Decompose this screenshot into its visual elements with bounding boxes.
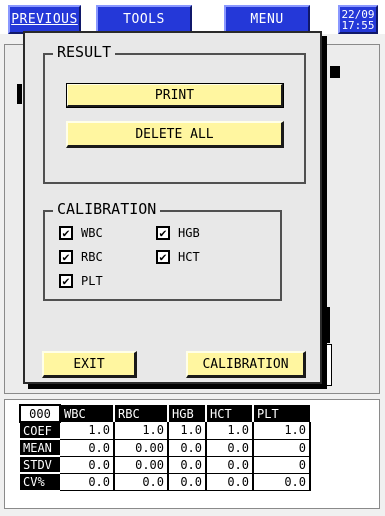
table-row: MEAN 0.0 0.00 0.0 0.0 0 xyxy=(20,438,311,457)
previous-button[interactable]: PREVIOUS xyxy=(8,5,81,34)
row-label: MEAN xyxy=(20,438,60,456)
column-header: PLT xyxy=(252,405,310,422)
check-icon: ✔ xyxy=(156,226,170,240)
analyzer-screen: PREVIOUS TOOLS MENU 22/09 17:55 RESULT P… xyxy=(0,0,385,516)
table-cell: 0.0 xyxy=(206,456,254,474)
table-cell: 0.0 xyxy=(206,473,254,491)
table-cell: 0 xyxy=(253,439,311,457)
column-header: HCT xyxy=(205,405,253,422)
statistics-panel: 000 WBC RBC HGB HCT PLT COEF 1.0 1.0 1.0… xyxy=(4,399,380,509)
table-cell: 1.0 xyxy=(206,422,254,440)
check-icon: ✔ xyxy=(59,226,73,240)
result-group-title: RESULT xyxy=(53,43,116,61)
table-cell: 0.0 xyxy=(60,456,115,474)
checkbox-label: PLT xyxy=(81,274,103,288)
column-header: RBC xyxy=(113,405,168,422)
rbc-checkbox[interactable]: ✔ RBC xyxy=(59,250,103,264)
checkbox-label: RBC xyxy=(81,250,103,264)
calibration-group-title: CALIBRATION xyxy=(53,200,161,218)
table-cell: 0.00 xyxy=(114,456,169,474)
calibration-button[interactable]: CALIBRATION xyxy=(186,351,306,378)
table-row: COEF 1.0 1.0 1.0 1.0 1.0 xyxy=(20,421,311,440)
checkbox-label: HCT xyxy=(178,250,200,264)
date-time-display: 22/09 17:55 xyxy=(338,5,378,34)
table-cell: 0.0 xyxy=(60,473,115,491)
row-label: STDV xyxy=(20,455,60,473)
table-cell: 1.0 xyxy=(114,422,169,440)
table-cell: 0.0 xyxy=(168,473,207,491)
tools-button[interactable]: TOOLS xyxy=(96,5,192,34)
checkbox-label: WBC xyxy=(81,226,103,240)
sample-count: 000 xyxy=(19,404,61,423)
hct-checkbox[interactable]: ✔ HCT xyxy=(156,250,200,264)
table-cell: 0.0 xyxy=(206,439,254,457)
table-cell: 1.0 xyxy=(168,422,207,440)
background-marker xyxy=(17,84,22,104)
background-marker xyxy=(322,307,330,343)
table-cell: 0.0 xyxy=(60,439,115,457)
table-cell: 0.0 xyxy=(168,439,207,457)
row-label: CV% xyxy=(20,472,60,490)
checkbox-label: HGB xyxy=(178,226,200,240)
plt-checkbox[interactable]: ✔ PLT xyxy=(59,274,103,288)
check-icon: ✔ xyxy=(59,250,73,264)
background-frame xyxy=(322,344,332,386)
top-bar: PREVIOUS TOOLS MENU 22/09 17:55 xyxy=(0,0,385,34)
statistics-table: 000 WBC RBC HGB HCT PLT COEF 1.0 1.0 1.0… xyxy=(19,404,311,491)
table-cell: 1.0 xyxy=(60,422,115,440)
table-cell: 0.0 xyxy=(114,473,169,491)
menu-button[interactable]: MENU xyxy=(224,5,310,34)
table-cell: 0.00 xyxy=(114,439,169,457)
hgb-checkbox[interactable]: ✔ HGB xyxy=(156,226,200,240)
table-cell: 1.0 xyxy=(253,422,311,440)
table-row: STDV 0.0 0.00 0.0 0.0 0 xyxy=(20,455,311,474)
table-cell: 0.0 xyxy=(168,456,207,474)
tools-dialog: RESULT PRINT DELETE ALL CALIBRATION ✔ WB… xyxy=(23,31,322,384)
table-cell: 0.0 xyxy=(253,473,311,491)
table-row: CV% 0.0 0.0 0.0 0.0 0.0 xyxy=(20,472,311,491)
table-header-row: 000 WBC RBC HGB HCT PLT xyxy=(19,404,310,423)
print-button[interactable]: PRINT xyxy=(66,83,284,108)
table-cell: 0 xyxy=(253,456,311,474)
check-icon: ✔ xyxy=(156,250,170,264)
row-label: COEF xyxy=(20,421,60,439)
date-text: 22/09 xyxy=(341,7,375,21)
exit-button[interactable]: EXIT xyxy=(42,351,137,378)
calibration-group: CALIBRATION ✔ WBC ✔ HGB ✔ RBC ✔ HCT ✔ PL… xyxy=(43,200,282,301)
time-text: 17:55 xyxy=(341,18,375,32)
delete-all-button[interactable]: DELETE ALL xyxy=(66,121,284,148)
background-marker xyxy=(330,66,340,78)
check-icon: ✔ xyxy=(59,274,73,288)
result-group: RESULT PRINT DELETE ALL xyxy=(43,43,306,184)
column-header: WBC xyxy=(59,405,114,422)
column-header: HGB xyxy=(167,405,206,422)
wbc-checkbox[interactable]: ✔ WBC xyxy=(59,226,103,240)
